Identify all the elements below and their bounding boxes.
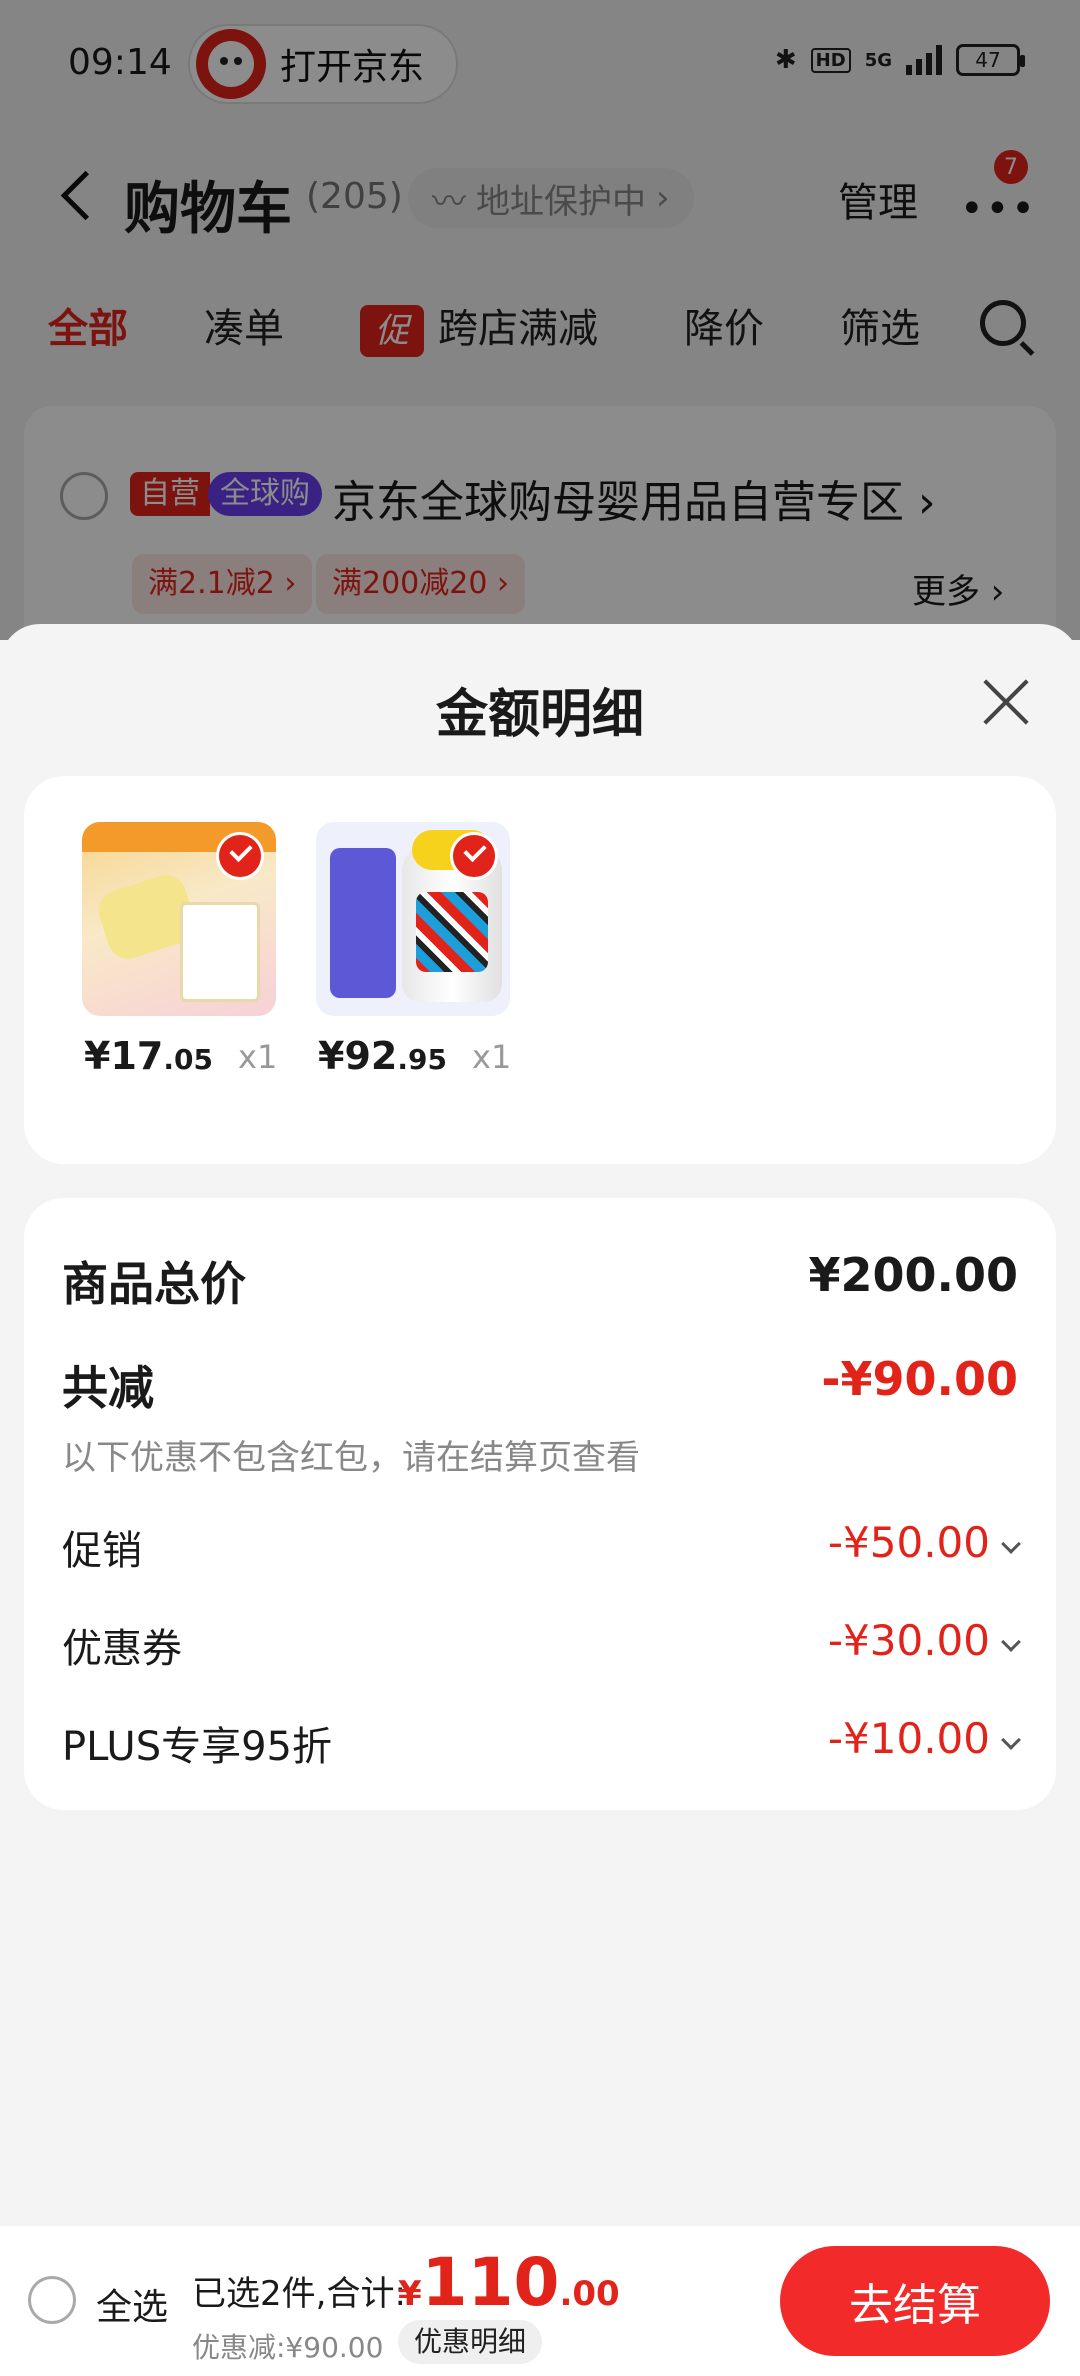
product-price: ¥17.05 xyxy=(84,1034,213,1078)
reduce-note: 以下优惠不包含红包，请在结算页查看 xyxy=(62,1438,640,1478)
product-item[interactable] xyxy=(316,822,510,1016)
discount-value: -¥30.00 xyxy=(828,1616,1021,1665)
close-icon[interactable] xyxy=(980,676,1032,728)
discount-summary: 优惠减:¥90.00 xyxy=(192,2331,384,2364)
product-image xyxy=(82,822,276,1016)
reduce-value: -¥90.00 xyxy=(821,1352,1018,1406)
discount-row-coupon[interactable]: 优惠券 -¥30.00 xyxy=(62,1616,1021,1674)
check-icon xyxy=(216,832,264,880)
chevron-down-icon xyxy=(1001,1730,1021,1750)
price-summary-card: 商品总价 ¥200.00 共减 以下优惠不包含红包，请在结算页查看 -¥90.0… xyxy=(24,1198,1056,1810)
reduce-row: 共减 以下优惠不包含红包，请在结算页查看 -¥90.00 xyxy=(62,1352,1018,1479)
chevron-down-icon xyxy=(1001,1534,1021,1554)
total-price-row: 商品总价 ¥200.00 xyxy=(62,1248,1018,1314)
discount-value: -¥50.00 xyxy=(828,1518,1021,1567)
selected-count: 已选2件,合计: xyxy=(192,2274,406,2314)
select-all-label[interactable]: 全选 xyxy=(96,2278,168,2330)
sheet-title: 金额明细 xyxy=(435,685,644,745)
discount-row-plus[interactable]: PLUS专享95折 -¥10.00 xyxy=(62,1714,1021,1772)
overlay-scrim[interactable] xyxy=(0,0,1080,640)
discount-value: -¥10.00 xyxy=(828,1714,1021,1763)
product-list-card: ¥17.05 x1 ¥92.95 x1 xyxy=(24,776,1056,1164)
check-icon xyxy=(450,832,498,880)
cart-background: 09:14 打开京东 ✱ HD 5G 47 购物车 (205) 〰 地址保护中 … xyxy=(0,0,1080,666)
select-all-radio[interactable] xyxy=(28,2276,76,2324)
discount-detail-button[interactable]: 优惠明细 xyxy=(398,2320,543,2364)
checkout-bar: 全选 已选2件,合计: ¥110.00 优惠减:¥90.00 优惠明细 去结算 xyxy=(0,2226,1080,2376)
product-qty: x1 xyxy=(238,1038,278,1076)
total-price-value: ¥200.00 xyxy=(808,1248,1018,1302)
total-amount: ¥110.00 xyxy=(398,2244,620,2321)
product-qty: x1 xyxy=(472,1038,512,1076)
discount-row-promotion[interactable]: 促销 -¥50.00 xyxy=(62,1518,1021,1576)
chevron-down-icon xyxy=(1001,1632,1021,1652)
product-item[interactable] xyxy=(82,822,276,1016)
product-image xyxy=(316,822,510,1016)
product-price: ¥92.95 xyxy=(318,1034,447,1078)
checkout-button[interactable]: 去结算 xyxy=(780,2246,1050,2356)
amount-detail-sheet: 金额明细 ¥17.05 x1 ¥92.95 x1 商品总价 ¥200.00 共减… xyxy=(0,624,1080,2376)
